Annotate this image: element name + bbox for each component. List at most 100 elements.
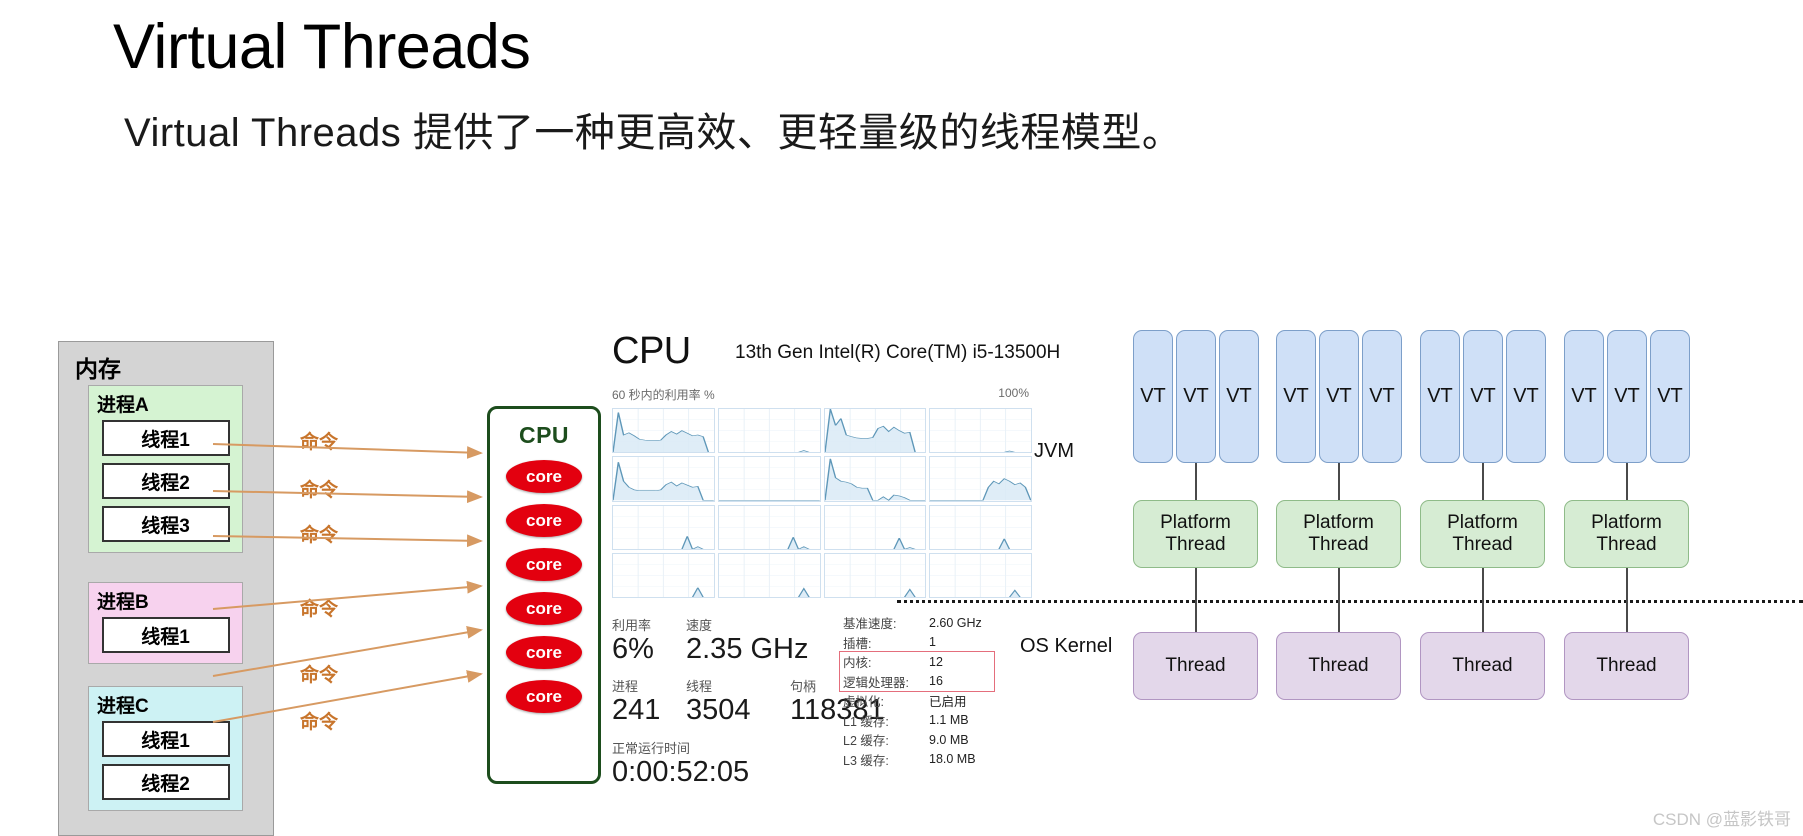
virtual-thread-card: VT [1564, 330, 1604, 463]
core-usage-graph [823, 552, 927, 598]
vt-row: VT VT VT [1276, 330, 1402, 463]
platform-thread-label-line1: Platform [1160, 511, 1231, 533]
core-usage-graph [717, 408, 821, 454]
cpu-spec-row: 内核: 12 [843, 652, 1043, 672]
platform-thread-box: Platform Thread [1276, 500, 1401, 568]
process-box: 进程B 线程1 [88, 582, 243, 664]
platform-thread-box: Platform Thread [1564, 500, 1689, 568]
cpu-spec-list: 基准速度: 2.60 GHz 插槽: 1 内核: 12 逻辑处理器: 16 虚拟化: 已启用 L1 … [839, 613, 1043, 770]
cpu-spec-row: L3 缓存: 18.0 MB [843, 750, 1043, 770]
vt-group: VT VT VT Platform Thread Thread [1133, 330, 1259, 700]
task-manager-header: CPU 13th Gen Intel(R) Core(TM) i5-13500H [605, 330, 1060, 386]
core-usage-graph [929, 456, 1032, 502]
core-usage-graph [612, 504, 715, 550]
platform-thread-label-line2: Thread [1308, 534, 1369, 555]
os-thread-box: Thread [1564, 632, 1689, 700]
core-usage-graph [612, 408, 715, 454]
vt-to-platform-connector [1338, 463, 1340, 500]
cpu-spec-row: L2 缓存: 9.0 MB [843, 730, 1043, 750]
cpu-core-pill: core [506, 592, 582, 625]
cpu-spec-row: 插槽: 1 [843, 633, 1043, 653]
cpu-core-pill: core [506, 504, 582, 537]
virtual-thread-card: VT [1176, 330, 1216, 463]
stat-processes-value: 241 [612, 694, 661, 727]
cpu-spec-row: L1 缓存: 1.1 MB [843, 711, 1043, 731]
vt-group: VT VT VT Platform Thread Thread [1564, 330, 1690, 700]
cpu-core-pill: core [506, 680, 582, 713]
command-label: 命令 [300, 665, 339, 686]
cpu-core-pill: core [506, 460, 582, 493]
cpu-model-label: 13th Gen Intel(R) Core(TM) i5-13500H [735, 342, 1061, 363]
os-kernel-lane-label: OS Kernel [1020, 635, 1113, 657]
os-thread-box: Thread [1420, 632, 1545, 700]
vt-row: VT VT VT [1564, 330, 1690, 463]
core-list: core core core core core core [490, 460, 598, 713]
thread-box: 线程3 [101, 506, 230, 542]
stat-processes-label: 进程 [612, 679, 639, 695]
virtual-thread-card: VT [1219, 330, 1259, 463]
virtual-thread-card: VT [1276, 330, 1316, 463]
per-core-graph-grid [612, 408, 1032, 598]
stat-threads-label: 线程 [686, 679, 713, 695]
thread-box: 线程1 [101, 420, 230, 456]
vt-row: VT VT VT [1133, 330, 1259, 463]
stat-threads-value: 3504 [686, 694, 751, 727]
jvm-lane-label: JVM [1034, 440, 1074, 462]
core-usage-graph [823, 504, 927, 550]
platform-to-kernel-connector [1626, 568, 1628, 632]
slide-root: Virtual Threads Virtual Threads 提供了一种更高效… [0, 0, 1803, 836]
cpu-spec-key: 内核: [843, 656, 872, 671]
platform-thread-box: Platform Thread [1420, 500, 1545, 568]
thread-box: 线程1 [101, 617, 230, 653]
watermark: CSDN @蓝影铁哥 [1652, 810, 1791, 829]
stat-utilization-label: 利用率 [612, 618, 652, 633]
cpu-spec-key: 逻辑处理器: [843, 675, 909, 690]
stat-utilization: 利用率 6% [612, 615, 686, 664]
platform-thread-label-line2: Thread [1596, 534, 1657, 555]
core-usage-graph [717, 552, 821, 598]
cpu-spec-key: 插槽: [843, 636, 872, 651]
thread-box: 线程2 [101, 463, 230, 499]
virtual-thread-card: VT [1319, 330, 1359, 463]
process-box: 进程C 线程1 线程2 [88, 686, 243, 811]
cpu-spec-row: 虚拟化: 已启用 [843, 691, 1043, 711]
core-usage-graph [823, 456, 927, 502]
page-subtitle: Virtual Threads 提供了一种更高效、更轻量级的线程模型。 [124, 111, 1183, 155]
core-usage-graph [929, 504, 1032, 550]
virtual-thread-card: VT [1650, 330, 1690, 463]
cpu-spec-key: L1 缓存: [843, 714, 889, 729]
graph-caption: 60 秒内的利用率 % [612, 388, 715, 402]
vt-to-platform-connector [1195, 463, 1197, 500]
platform-thread-box: Platform Thread [1133, 500, 1258, 568]
os-thread-box: Thread [1276, 632, 1401, 700]
stat-speed: 速度 2.35 GHz [686, 615, 846, 664]
platform-thread-label-line2: Thread [1165, 534, 1226, 555]
command-label: 命令 [300, 525, 339, 546]
task-manager-title: CPU [612, 330, 691, 372]
jvm-os-divider [897, 600, 1803, 603]
task-manager-panel: CPU 13th Gen Intel(R) Core(TM) i5-13500H… [605, 330, 1060, 800]
thread-box: 线程2 [101, 764, 230, 800]
command-label: 命令 [300, 599, 339, 620]
cpu-spec-key: L2 缓存: [843, 734, 889, 749]
os-thread-box: Thread [1133, 632, 1258, 700]
platform-thread-label-line1: Platform [1447, 511, 1518, 533]
core-usage-graph [612, 456, 715, 502]
virtual-thread-diagram: JVM OS Kernel VT VT VT Platform Thread Thread… [897, 330, 1803, 810]
vt-row: VT VT VT [1420, 330, 1546, 463]
vt-group: VT VT VT Platform Thread Thread [1276, 330, 1402, 700]
core-usage-graph [717, 456, 821, 502]
vt-to-platform-connector [1626, 463, 1628, 500]
platform-thread-label-line1: Platform [1591, 511, 1662, 533]
core-usage-graph [929, 408, 1032, 454]
cpu-core-pill: core [506, 636, 582, 669]
virtual-thread-card: VT [1362, 330, 1402, 463]
platform-to-kernel-connector [1338, 568, 1340, 632]
process-box: 进程A 线程1 线程2 线程3 [88, 385, 243, 553]
platform-thread-label-line1: Platform [1303, 511, 1374, 533]
cpu-box-title: CPU [518, 422, 570, 448]
command-label: 命令 [300, 712, 339, 733]
stat-threads: 线程 3504 [686, 676, 790, 725]
core-usage-graph [823, 408, 927, 454]
page-title: Virtual Threads [113, 12, 531, 82]
